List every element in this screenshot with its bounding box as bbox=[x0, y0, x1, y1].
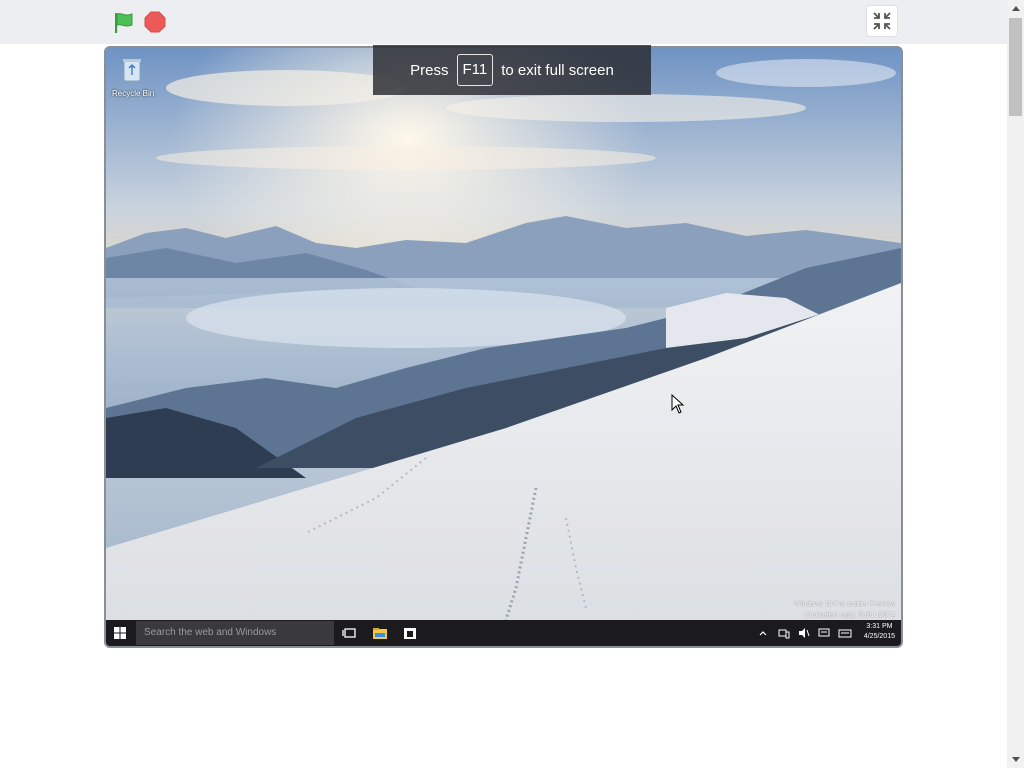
scroll-down-arrow[interactable] bbox=[1007, 751, 1024, 768]
exit-fullscreen-button[interactable] bbox=[866, 5, 898, 37]
scrollbar-thumb[interactable] bbox=[1009, 18, 1022, 116]
clock-time: 3:31 PM bbox=[866, 623, 893, 630]
input-keyboard-icon[interactable] bbox=[838, 627, 852, 639]
file-explorer-icon[interactable] bbox=[372, 625, 388, 641]
show-hidden-icons-icon[interactable] bbox=[759, 627, 767, 639]
recycle-bin-icon bbox=[123, 59, 141, 82]
windows-start-icon[interactable] bbox=[112, 625, 128, 641]
watermark-line-1: Windows 10 Pro Insider Preview bbox=[794, 601, 895, 608]
windows-taskbar: Search the web and Windows 3:31 PM 4/25/… bbox=[106, 620, 901, 646]
desktop-icon-recycle-bin[interactable]: Recycle Bin bbox=[112, 56, 155, 102]
mouse-pointer-icon bbox=[671, 394, 685, 414]
task-view-icon[interactable] bbox=[342, 625, 358, 641]
clock-date: 4/25/2015 bbox=[863, 633, 895, 640]
windows-watermark: Windows 10 Pro Insider Preview Evaluatio… bbox=[794, 599, 895, 621]
green-flag-icon[interactable] bbox=[112, 11, 136, 35]
taskbar-clock[interactable]: 3:31 PM 4/25/2015 bbox=[864, 622, 895, 642]
vm-screen[interactable]: Recycle Bin Windows 10 Pro Insider Previ… bbox=[104, 46, 903, 648]
notifications-icon[interactable] bbox=[818, 627, 830, 639]
store-icon[interactable] bbox=[402, 625, 418, 641]
volume-icon[interactable] bbox=[798, 627, 810, 639]
network-icon[interactable] bbox=[778, 627, 790, 639]
notice-suffix: to exit full screen bbox=[501, 61, 614, 79]
desktop-icon-label: Recycle Bin bbox=[112, 89, 155, 98]
stage-toolbar bbox=[0, 0, 1007, 44]
stop-icon[interactable] bbox=[144, 11, 166, 33]
page-scrollbar[interactable] bbox=[1007, 0, 1024, 768]
fullscreen-exit-notice: Press F11 to exit full screen bbox=[373, 45, 651, 95]
exit-fullscreen-icon bbox=[873, 12, 891, 30]
f11-key-badge: F11 bbox=[456, 54, 494, 86]
scroll-up-arrow[interactable] bbox=[1007, 0, 1024, 17]
desktop-wallpaper bbox=[106, 48, 901, 620]
taskbar-search-box[interactable]: Search the web and Windows bbox=[136, 621, 334, 645]
notice-prefix: Press bbox=[410, 61, 449, 79]
